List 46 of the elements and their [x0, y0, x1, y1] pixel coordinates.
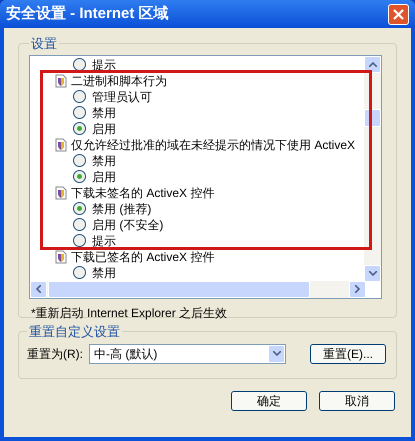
group-title: 重置自定义设置	[28, 323, 121, 341]
ok-button[interactable]: 确定	[231, 390, 307, 410]
radio-button[interactable]	[73, 58, 86, 71]
close-button[interactable]	[388, 4, 409, 24]
close-icon	[393, 8, 404, 20]
reset-button[interactable]: 重置(E)...	[310, 344, 386, 364]
option-label[interactable]: 禁用 (推荐)	[92, 200, 152, 218]
radio-button[interactable]	[73, 122, 86, 135]
category-label: 二进制和脚本行为	[71, 72, 167, 90]
group-title: 设置	[30, 35, 58, 53]
radio-button[interactable]	[73, 106, 86, 119]
category-label: 下载已签名的 ActiveX 控件	[71, 248, 214, 266]
scroll-down-button[interactable]	[364, 264, 381, 282]
scroll-right-button[interactable]	[349, 280, 366, 298]
caret-icon	[272, 351, 280, 356]
option-label[interactable]: 启用	[92, 168, 116, 186]
category-label: 仅允许经过批准的域在未经提示的情况下使用 ActiveX	[71, 136, 356, 154]
reset-label: 重置为(R):	[27, 346, 84, 362]
cancel-button[interactable]: 取消	[319, 390, 395, 410]
option-label[interactable]: 禁用	[92, 264, 116, 282]
shield-document-icon	[55, 138, 67, 152]
shield-document-icon	[55, 250, 67, 264]
level-dropdown[interactable]: 中-高 (默认)	[89, 344, 286, 364]
scroll-thumb[interactable]	[48, 280, 310, 298]
horizontal-scrollbar[interactable]	[30, 280, 366, 298]
radio-button[interactable]	[73, 218, 86, 231]
radio-button[interactable]	[73, 90, 86, 103]
option-label[interactable]: 启用 (不安全)	[92, 216, 164, 234]
radio-button[interactable]	[73, 154, 86, 167]
option-label[interactable]: 禁用	[92, 104, 116, 122]
radio-button[interactable]	[73, 266, 86, 279]
shield-document-icon	[55, 186, 67, 200]
option-label[interactable]: 管理员认可	[92, 88, 152, 106]
radio-button[interactable]	[73, 202, 86, 215]
restart-note: *重新启动 Internet Explorer 之后生效	[31, 304, 228, 322]
option-label[interactable]: 启用	[92, 120, 116, 138]
radio-button[interactable]	[73, 170, 86, 183]
category-label: 下载未签名的 ActiveX 控件	[71, 184, 214, 202]
option-label[interactable]: 禁用	[92, 152, 116, 170]
scroll-left-button[interactable]	[30, 280, 47, 298]
option-label[interactable]: 提示	[92, 232, 116, 250]
scroll-up-button[interactable]	[364, 56, 381, 72]
dropdown-button[interactable]	[268, 344, 285, 362]
shield-document-icon	[55, 74, 67, 88]
radio-button[interactable]	[73, 234, 86, 247]
window-title: 安全设置 - Internet 区域	[6, 4, 169, 24]
